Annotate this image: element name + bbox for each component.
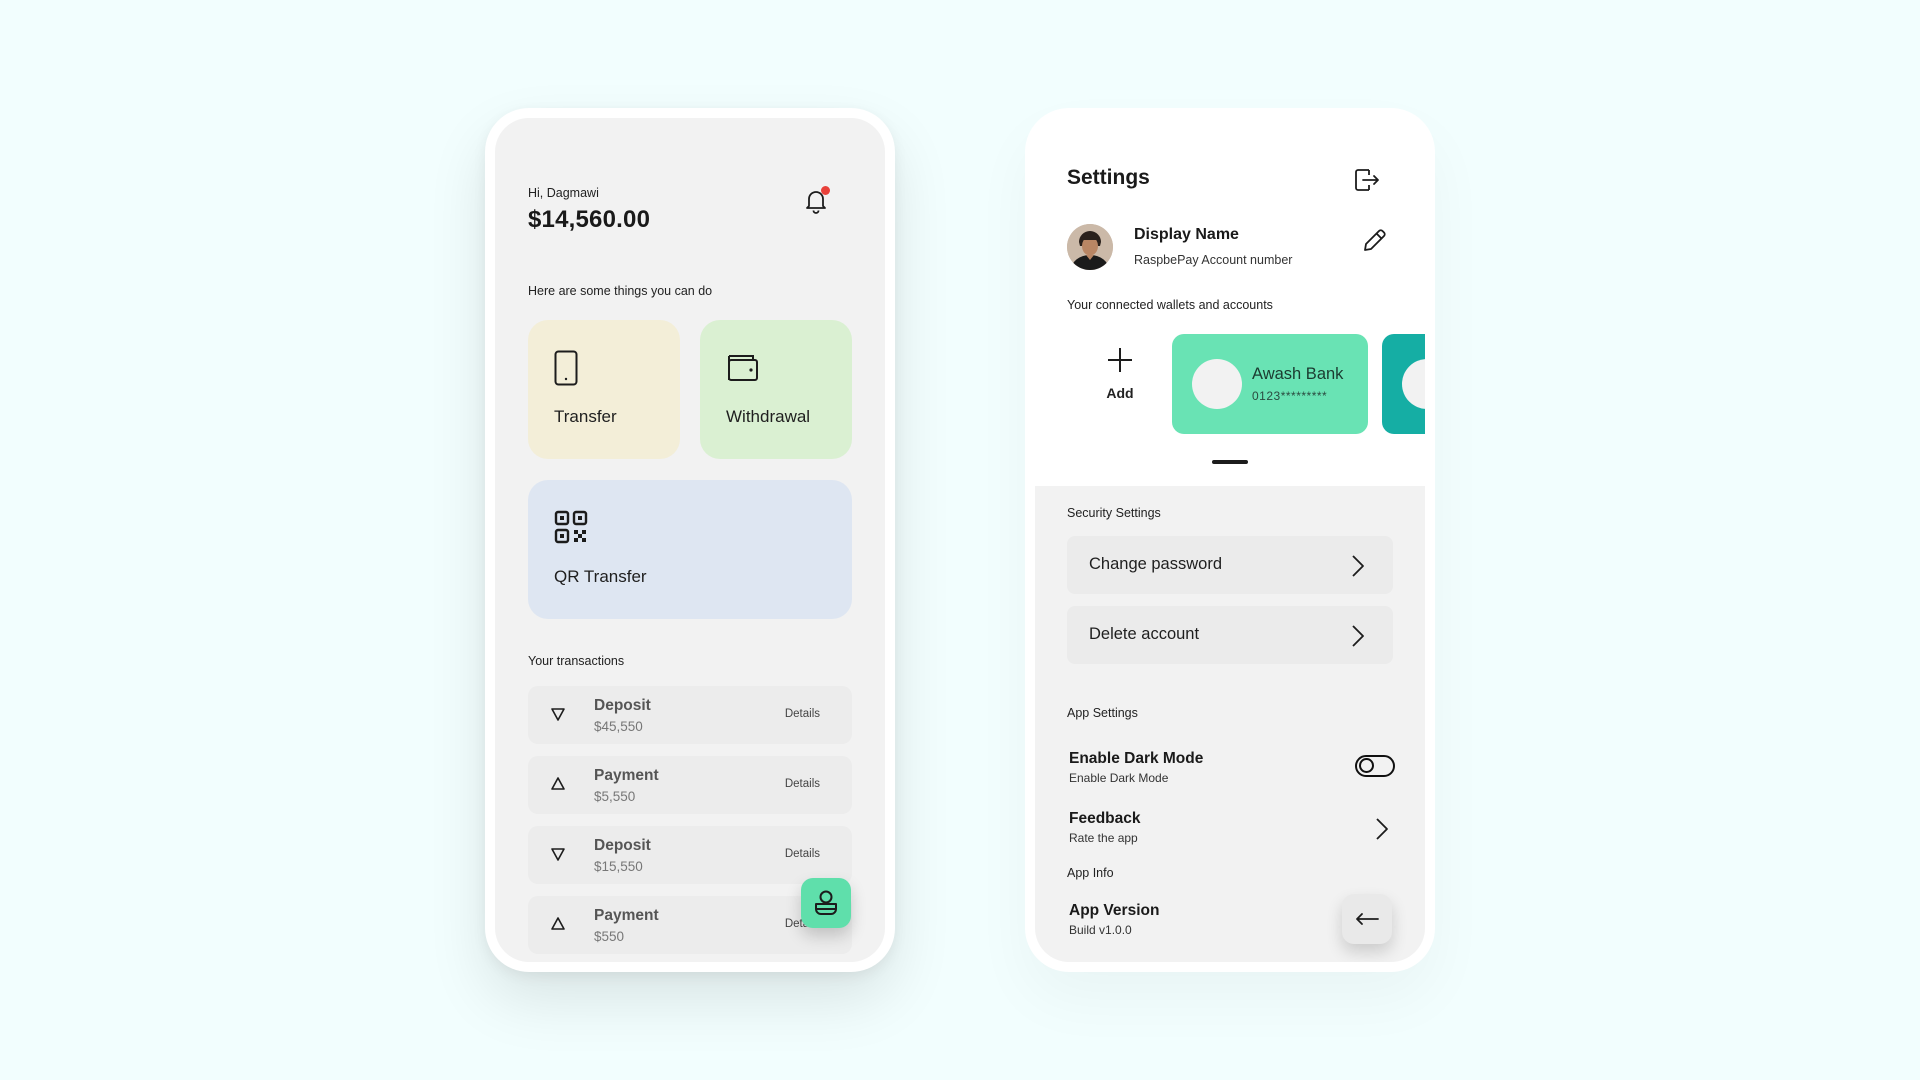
wallet-card-awash[interactable]: Awash Bank 0123********* (1172, 334, 1368, 434)
arrow-down-icon (551, 708, 565, 721)
wallet-icon (728, 355, 758, 381)
plus-icon (1108, 348, 1132, 372)
arrow-down-icon (551, 848, 565, 861)
sheet-drag-handle[interactable] (1212, 460, 1248, 464)
transaction-details-link[interactable]: Details (785, 848, 820, 860)
add-wallet-button[interactable]: Add (1095, 346, 1145, 401)
pencil-icon[interactable] (1361, 228, 1387, 254)
phone-icon (554, 350, 578, 386)
app-version-title: App Version (1069, 902, 1160, 919)
dark-mode-setting: Enable Dark Mode Enable Dark Mode (1069, 750, 1203, 785)
wallet-card-second[interactable] (1382, 334, 1425, 434)
wallet-account-number: 0123********* (1252, 389, 1328, 403)
change-password-label: Change password (1089, 555, 1222, 573)
transfer-tile[interactable]: Transfer (528, 320, 680, 459)
qr-code-icon (554, 510, 588, 544)
security-settings-heading: Security Settings (1067, 506, 1161, 520)
withdrawal-label: Withdrawal (726, 407, 811, 426)
dark-mode-title: Enable Dark Mode (1069, 750, 1204, 767)
app-info-heading: App Info (1067, 866, 1114, 880)
toggle-knob (1359, 758, 1374, 773)
transaction-type: Deposit (594, 837, 651, 854)
greeting-text: Hi, Dagmawi (528, 186, 599, 200)
transaction-amount: $45,550 (594, 719, 643, 734)
wallet-bank-name: Awash Bank (1252, 365, 1344, 383)
app-version-build: Build v1.0.0 (1069, 923, 1132, 937)
profile-fab-button[interactable] (801, 878, 851, 928)
settings-list-panel: Security Settings Change password Delete… (1035, 486, 1425, 962)
transaction-row[interactable]: Payment $5,550 Details (528, 756, 852, 814)
wallets-heading: Your connected wallets and accounts (1067, 298, 1273, 312)
chevron-right-icon[interactable] (1375, 817, 1389, 841)
delete-account-row[interactable]: Delete account (1067, 606, 1393, 664)
qr-transfer-label: QR Transfer (554, 567, 647, 586)
change-password-row[interactable]: Change password (1067, 536, 1393, 594)
actions-intro-text: Here are some things you can do (528, 284, 713, 298)
transaction-amount: $550 (594, 929, 625, 944)
transaction-type: Deposit (594, 697, 651, 714)
notification-dot (821, 186, 830, 195)
bank-logo-placeholder (1402, 359, 1425, 409)
bank-logo-placeholder (1192, 359, 1242, 409)
app-version-info: App Version Build v1.0.0 (1069, 902, 1159, 937)
display-name: Display Name (1134, 226, 1239, 243)
settings-title: Settings (1067, 166, 1150, 189)
transaction-row[interactable]: Deposit $45,550 Details (528, 686, 852, 744)
arrow-up-icon (551, 777, 565, 790)
balance-amount: $14,560.00 (528, 206, 651, 233)
feedback-setting[interactable]: Feedback Rate the app (1069, 810, 1141, 845)
user-icon (815, 890, 837, 915)
transaction-details-link[interactable]: Details (785, 778, 820, 790)
chevron-right-icon (1352, 625, 1364, 647)
dark-mode-subtitle: Enable Dark Mode (1069, 771, 1169, 785)
qr-transfer-tile[interactable]: QR Transfer (528, 480, 852, 619)
add-wallet-label: Add (1106, 385, 1134, 401)
feedback-subtitle: Rate the app (1069, 831, 1138, 845)
transaction-type: Payment (594, 907, 659, 924)
transaction-row[interactable]: Deposit $15,550 Details (528, 826, 852, 884)
settings-phone-frame: Settings Display Name RaspbePay Account … (1025, 108, 1435, 972)
avatar[interactable] (1067, 224, 1113, 270)
chevron-right-icon (1352, 555, 1364, 577)
arrow-up-icon (551, 917, 565, 930)
transactions-heading: Your transactions (528, 654, 625, 668)
home-phone-frame: Hi, Dagmawi $14,560.00 Here are some thi… (485, 108, 895, 972)
back-fab-button[interactable] (1342, 894, 1392, 944)
avatar-portrait-icon (1067, 224, 1113, 270)
arrow-left-icon (1356, 913, 1379, 925)
app-settings-heading: App Settings (1067, 706, 1138, 720)
settings-screen: Settings Display Name RaspbePay Account … (1035, 118, 1425, 962)
transaction-details-link[interactable]: Details (785, 708, 820, 720)
transaction-amount: $15,550 (594, 859, 643, 874)
logout-icon[interactable] (1353, 166, 1381, 194)
dark-mode-toggle[interactable] (1355, 755, 1395, 777)
transaction-amount: $5,550 (594, 789, 636, 804)
feedback-title: Feedback (1069, 810, 1141, 827)
delete-account-label: Delete account (1089, 625, 1200, 643)
home-screen: Hi, Dagmawi $14,560.00 Here are some thi… (495, 118, 885, 962)
transfer-label: Transfer (554, 407, 617, 426)
account-number-label: RaspbePay Account number (1134, 253, 1293, 267)
withdrawal-tile[interactable]: Withdrawal (700, 320, 852, 459)
transaction-type: Payment (594, 767, 659, 784)
